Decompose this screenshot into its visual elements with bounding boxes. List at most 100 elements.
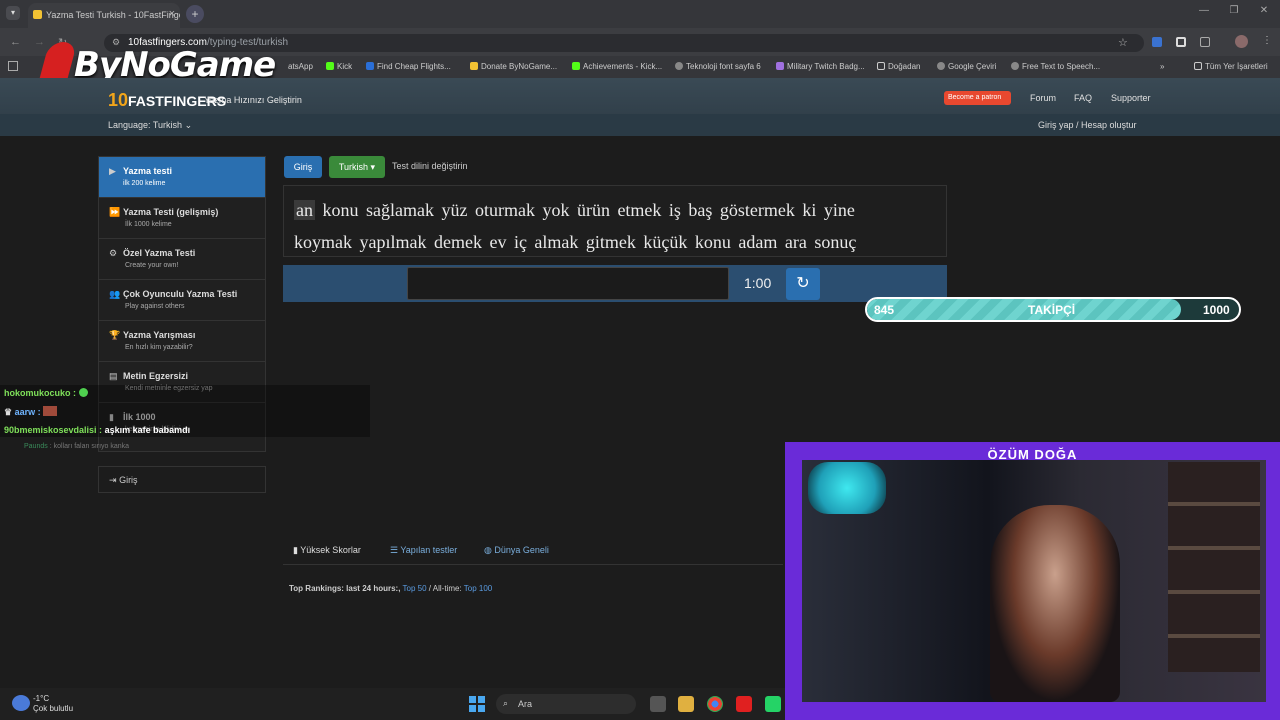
users-icon: 👥 [109,289,121,299]
sign-in-icon: ⇥ [109,475,117,485]
file-explorer-icon[interactable] [678,696,694,712]
follower-goal-fill [867,299,1182,320]
test-language-button[interactable]: Turkish ▾ [329,156,385,178]
tab-search-icon[interactable]: ▾ [6,6,20,20]
become-patron-button[interactable]: Become a patron [944,91,1011,105]
more-bookmarks-icon[interactable]: » [1160,62,1164,71]
whatsapp-icon[interactable] [765,696,781,712]
new-tab-icon[interactable]: + [186,5,204,23]
bookmark-item[interactable]: Kick [326,62,352,71]
close-window-icon[interactable]: ✕ [1254,5,1274,21]
bookmark-star-icon[interactable]: ☆ [1118,36,1128,49]
bookmark-folder[interactable]: Doğadan [877,62,920,71]
weather-icon[interactable] [12,695,30,711]
cogs-icon: ⚙ [109,248,118,258]
task-view-icon[interactable] [650,696,666,712]
start-tile [478,705,485,712]
chrome-icon[interactable] [707,696,723,712]
list-icon: ☰ [390,545,399,555]
logo-mark-icon [38,42,78,82]
tab-completed-tests[interactable]: ☰ Yapılan testler [390,545,457,556]
current-word: an [294,200,315,220]
sidebar-item-advanced-test[interactable]: ⏩ Yazma Testi (gelişmiş) İlk 1000 kelime [99,198,265,239]
twitch-icon [776,62,784,70]
tab-title: Yazma Testi Turkish - 10FastFingers [46,10,180,20]
login-button[interactable]: Giriş [284,156,322,178]
weather-widget[interactable]: -1°C Çok bulutlu [33,694,73,714]
webcam-shelf [1168,462,1260,672]
folder-icon [877,62,885,70]
chevron-down-icon: ⌄ [184,120,193,130]
words-line-2: koymak yapılmak demek ev iç almak gitmek… [294,232,857,252]
minimize-icon[interactable]: — [1194,5,1214,21]
fast-forward-icon: ⏩ [109,207,121,217]
bookmark-item[interactable]: Find Cheap Flights... [366,62,451,71]
sidebar-item-competition[interactable]: 🏆 Yazma Yarışması En hızlı kim yazabilir… [99,321,265,362]
chat-message: 90bmemiskosevdalisi : aşkım kafe babamdı [4,425,191,435]
folder-icon [1194,62,1202,70]
kick-icon [572,62,580,70]
webcam-lamp [808,462,886,514]
donate-icon [470,62,478,70]
sidebar-login[interactable]: ⇥ Giriş [98,466,266,493]
tab-high-scores[interactable]: ▮ Yüksek Skorlar [293,545,361,556]
emote-icon [43,406,58,416]
sidebar-item-custom-test[interactable]: ⚙ Özel Yazma Testi Create your own! [99,239,265,280]
extensions-puzzle-icon[interactable] [1200,37,1210,47]
top100-link[interactable]: Top 100 [464,584,492,593]
chat-message: ♛ aarw : [4,406,58,418]
top-rankings-line: Top Rankings: last 24 hours:, Top 50 / A… [289,584,493,593]
globe-icon [937,62,945,70]
tab-worldwide[interactable]: ◍ Dünya Geneli [484,545,549,556]
language-selector[interactable]: Language: Turkish ⌄ [108,120,192,131]
typing-input[interactable] [407,267,729,300]
webcam-person [990,505,1120,702]
maximize-icon[interactable]: ❐ [1224,5,1244,21]
start-icon[interactable] [469,696,485,712]
chat-message: Paunds : kolları falan sırıyo kanka [24,443,130,450]
follower-goal: 1000 [1203,303,1230,317]
start-tile [469,705,476,712]
youtube-icon[interactable] [736,696,752,712]
chat-message: hokomukocuko : [4,388,88,398]
trophy-icon: 🏆 [109,330,121,340]
bookmark-item[interactable]: Free Text to Speech... [1011,62,1100,71]
login-link[interactable]: Giriş yap / Hesap oluştur [1038,120,1137,130]
browser-tab[interactable]: Yazma Testi Turkish - 10FastFingers × [28,3,180,28]
taskbar [0,688,785,720]
extension-icon[interactable] [1176,37,1186,47]
back-icon[interactable]: ← [10,36,21,48]
nav-supporter[interactable]: Supporter [1111,93,1151,103]
restart-button[interactable]: ↻ [786,268,820,300]
follower-current: 845 [874,303,895,317]
start-tile [469,696,476,703]
file-text-icon: ▤ [109,371,118,381]
divider [283,564,783,565]
top50-link[interactable]: Top 50 [403,584,427,593]
timer: 1:00 [744,275,772,291]
change-language-label: Test dilini değiştirin [392,161,468,171]
nav-faq[interactable]: FAQ [1074,93,1092,103]
bookmark-item[interactable]: Google Çeviri [937,62,996,71]
flights-icon [366,62,374,70]
nav-forum[interactable]: Forum [1030,93,1056,103]
menu-kebab-icon[interactable]: ⋮ [1262,35,1272,46]
bookmark-item[interactable]: Achievements - Kick... [572,62,662,71]
apps-grid-icon[interactable] [8,61,18,71]
bookmark-item[interactable]: Donate ByNoGame... [470,62,557,71]
crown-icon: ♛ [4,407,13,417]
sidebar-item-multiplayer[interactable]: 👥 Çok Oyunculu Yazma Testi Play against … [99,280,265,321]
play-icon: ▶ [109,166,116,176]
globe-icon [1011,62,1019,70]
globe-icon [675,62,683,70]
kick-icon [326,62,334,70]
extension-icon[interactable] [1152,37,1162,47]
profile-avatar[interactable] [1235,35,1248,48]
all-bookmarks-folder[interactable]: Tüm Yer İşaretleri [1194,62,1268,71]
close-tab-icon[interactable]: × [169,8,175,20]
sidebar-item-typing-test[interactable]: ▶ Yazma testi ilk 200 kelime [99,157,265,198]
taskbar-search[interactable]: ⌕ Ara [496,694,636,714]
screen: ▾ Yazma Testi Turkish - 10FastFingers × … [0,0,1280,720]
bookmark-item[interactable]: Teknoloji font sayfa 6 [675,62,761,71]
bookmark-item[interactable]: Military Twitch Badg... [776,62,865,71]
